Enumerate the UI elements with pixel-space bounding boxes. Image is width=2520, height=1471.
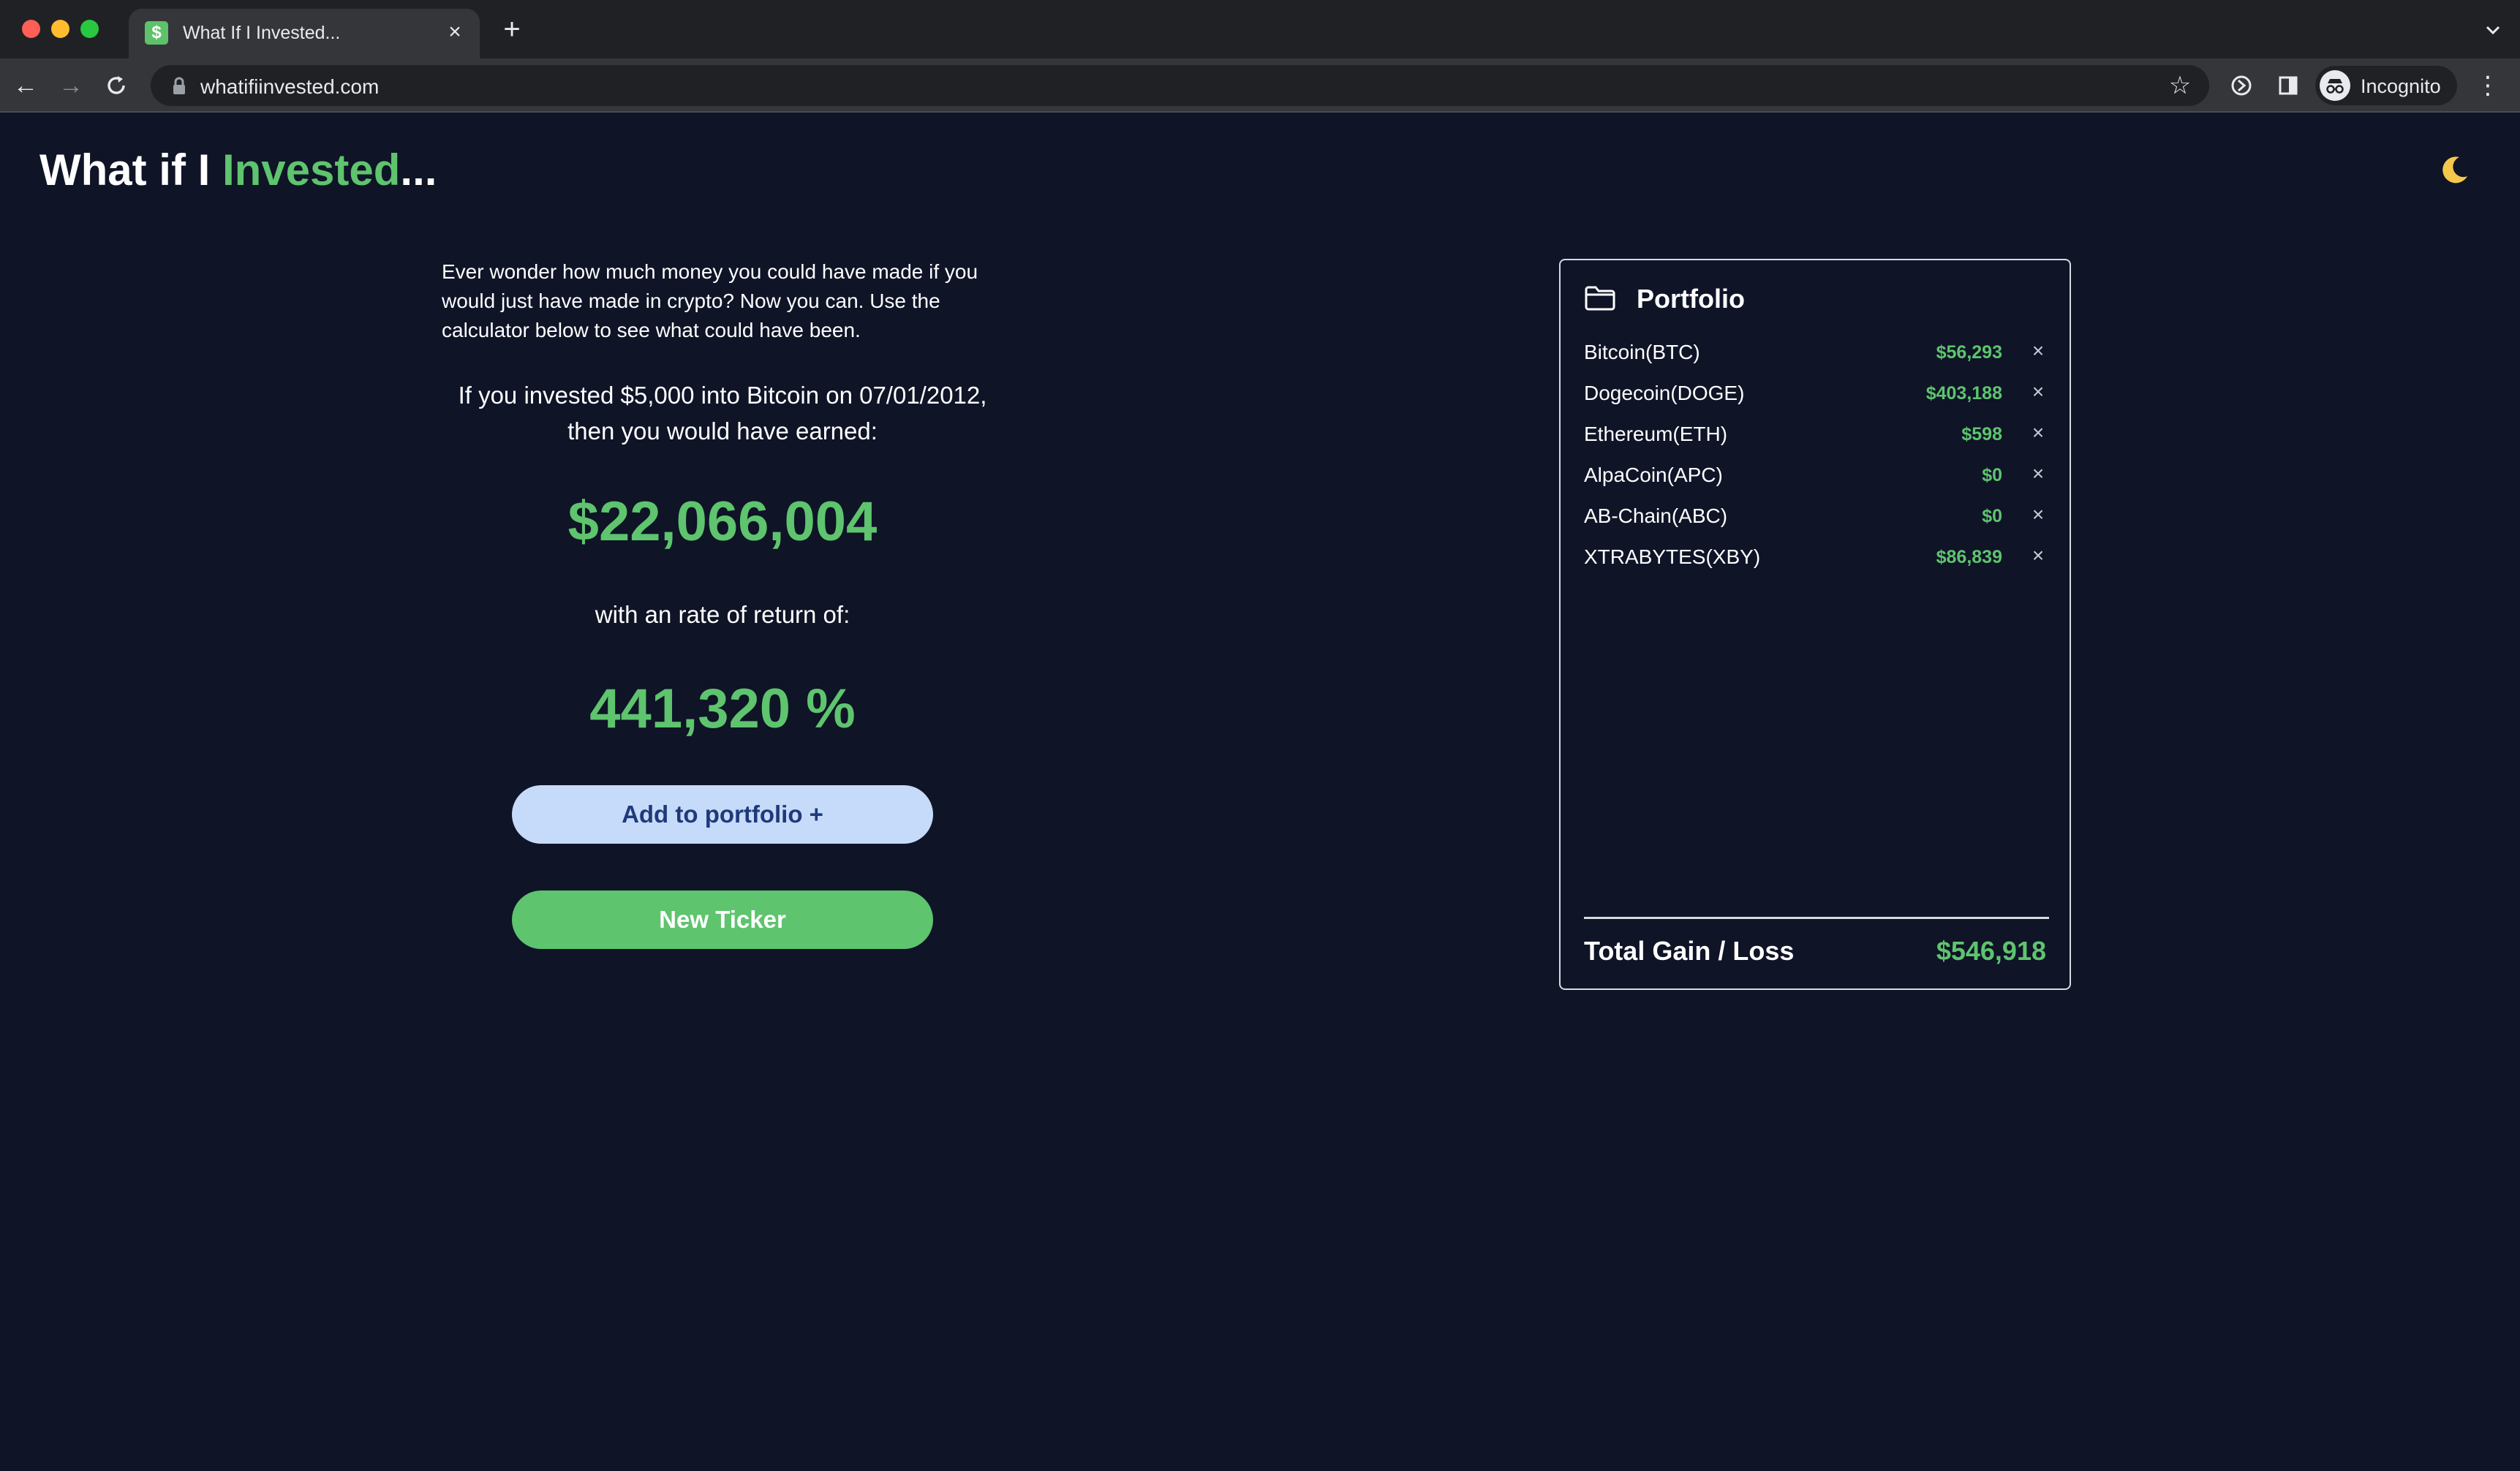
portfolio-item-name: Bitcoin(BTC) xyxy=(1584,341,1700,363)
lock-icon xyxy=(171,77,187,96)
portfolio-item-value: $403,188 xyxy=(1925,383,2002,404)
portfolio-item-name: Ethereum(ETH) xyxy=(1584,423,1728,445)
rate-of-return-value: 441,320 % xyxy=(589,678,856,740)
close-icon[interactable]: × xyxy=(2027,379,2049,405)
window-close-button[interactable] xyxy=(22,20,40,38)
incognito-avatar-icon xyxy=(2320,70,2350,101)
rate-of-return-label: with an rate of return of: xyxy=(595,601,850,628)
window-maximize-button[interactable] xyxy=(80,20,99,38)
portfolio-item: AB-Chain(ABC) $0 × xyxy=(1584,499,2049,540)
sentence-line-2: then you would have earned: xyxy=(567,417,878,445)
portfolio-item: Dogecoin(DOGE) $403,188 × xyxy=(1584,376,2049,417)
portfolio-item-name: Dogecoin(DOGE) xyxy=(1584,382,1745,404)
side-panel-icon[interactable] xyxy=(2271,69,2305,102)
add-to-portfolio-button[interactable]: Add to portfolio + xyxy=(512,785,933,844)
earned-amount: $22,066,004 xyxy=(567,491,878,553)
close-icon[interactable]: × xyxy=(2027,502,2049,528)
close-icon[interactable]: × xyxy=(2027,542,2049,569)
title-suffix: ... xyxy=(400,145,437,194)
browser-tab-bar: $ What If I Invested... × + xyxy=(0,0,2520,58)
investment-sentence: If you invested $5,000 into Bitcoin on 0… xyxy=(430,377,1015,449)
browser-tab[interactable]: $ What If I Invested... × xyxy=(129,9,480,58)
portfolio-panel: Portfolio Bitcoin(BTC) $56,293 × Dogecoi… xyxy=(1559,259,2071,990)
new-ticker-button[interactable]: New Ticker xyxy=(512,890,933,949)
url-text: whatifiinvested.com xyxy=(200,75,380,98)
portfolio-divider xyxy=(1584,917,2049,919)
back-arrow-icon[interactable]: ← xyxy=(9,69,42,102)
portfolio-item-value: $598 xyxy=(1961,424,2002,445)
incognito-profile-button[interactable]: Incognito xyxy=(2315,66,2457,105)
portfolio-title: Portfolio xyxy=(1637,284,1745,314)
portfolio-item-name: AlpaCoin(APC) xyxy=(1584,464,1723,486)
browser-menu-icon[interactable]: ⋮ xyxy=(2473,69,2502,102)
close-icon[interactable]: × xyxy=(2027,420,2049,446)
reload-icon[interactable] xyxy=(99,69,133,102)
dollar-favicon-icon: $ xyxy=(145,21,168,45)
tab-title: What If I Invested... xyxy=(183,23,341,43)
extensions-icon[interactable] xyxy=(2225,69,2258,102)
bookmark-star-icon[interactable]: ☆ xyxy=(2165,71,2195,100)
tab-search-chevron-icon[interactable] xyxy=(2482,19,2504,41)
page-title: What if I Invested... xyxy=(39,145,437,195)
portfolio-item-value: $0 xyxy=(1982,465,2002,485)
portfolio-list: Bitcoin(BTC) $56,293 × Dogecoin(DOGE) $4… xyxy=(1584,335,2049,581)
new-tab-icon[interactable]: + xyxy=(497,15,527,44)
portfolio-item: XTRABYTES(XBY) $86,839 × xyxy=(1584,540,2049,581)
title-prefix: What if I xyxy=(39,145,222,194)
close-icon[interactable]: × xyxy=(2027,338,2049,364)
portfolio-item-name: XTRABYTES(XBY) xyxy=(1584,545,1761,568)
sentence-line-1: If you invested $5,000 into Bitcoin on 0… xyxy=(458,382,987,409)
address-bar[interactable]: whatifiinvested.com ☆ xyxy=(151,65,2209,106)
portfolio-item-name: AB-Chain(ABC) xyxy=(1584,504,1728,527)
total-gain-loss-label: Total Gain / Loss xyxy=(1584,936,1795,966)
folder-icon xyxy=(1584,285,1616,311)
portfolio-item-value: $56,293 xyxy=(1936,342,2002,363)
intro-text: Ever wonder how much money you could hav… xyxy=(442,260,978,341)
portfolio-item: Bitcoin(BTC) $56,293 × xyxy=(1584,335,2049,376)
portfolio-item-value: $86,839 xyxy=(1936,547,2002,567)
portfolio-item: Ethereum(ETH) $598 × xyxy=(1584,417,2049,458)
browser-toolbar: ← → whatifiinvested.com ☆ Incognito ⋮ xyxy=(0,58,2520,113)
forward-arrow-icon[interactable]: → xyxy=(54,69,88,102)
portfolio-item: AlpaCoin(APC) $0 × xyxy=(1584,458,2049,499)
portfolio-item-value: $0 xyxy=(1982,506,2002,526)
total-gain-loss-value: $546,918 xyxy=(1936,936,2046,966)
title-accent: Invested xyxy=(222,145,401,194)
tab-close-icon[interactable]: × xyxy=(442,19,468,45)
close-icon[interactable]: × xyxy=(2027,461,2049,487)
window-minimize-button[interactable] xyxy=(51,20,69,38)
moon-icon[interactable] xyxy=(2438,154,2470,186)
incognito-label: Incognito xyxy=(2361,75,2441,97)
